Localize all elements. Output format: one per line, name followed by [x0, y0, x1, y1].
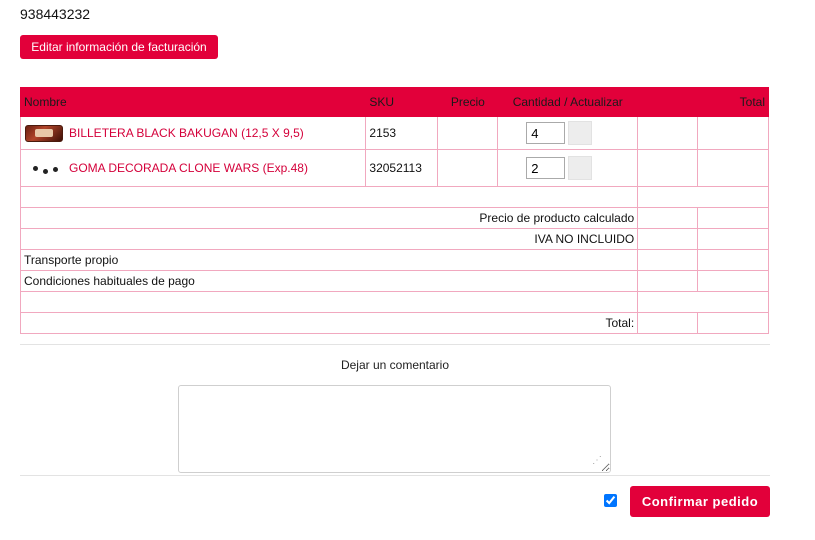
quantity-input[interactable]: [526, 122, 566, 144]
product-total: [697, 149, 769, 187]
quantity-input[interactable]: [526, 157, 566, 179]
calculated-price-row: Precio de producto calculado: [19, 207, 769, 229]
calculated-price-label: Precio de producto calculado: [19, 207, 639, 229]
row-extra-cell: [637, 149, 699, 187]
spacer-row: [19, 186, 769, 208]
cart-header-row: Nombre SKU Precio Cantidad / Actualizar …: [19, 87, 769, 117]
customer-phone: 938443232: [20, 6, 91, 22]
vat-row: IVA NO INCLUIDO: [19, 228, 769, 250]
divider: [20, 344, 770, 345]
header-quantity: Cantidad / Actualizar: [497, 87, 639, 117]
vat-label: IVA NO INCLUIDO: [19, 228, 639, 250]
confirm-order-button[interactable]: Confirmar pedido: [630, 486, 770, 517]
product-sku: 2153: [365, 116, 439, 150]
product-link[interactable]: GOMA DECORADA CLONE WARS (Exp.48): [69, 161, 308, 175]
product-name-cell: BILLETERA BLACK BAKUGAN (12,5 X 9,5): [19, 116, 367, 150]
edit-billing-button[interactable]: Editar información de facturación: [20, 35, 218, 59]
header-sku: SKU: [365, 87, 439, 117]
update-quantity-button[interactable]: [568, 121, 593, 145]
eraser-thumbnail: [24, 157, 64, 179]
product-link[interactable]: BILLETERA BLACK BAKUGAN (12,5 X 9,5): [69, 126, 304, 140]
comment-label: Dejar un comentario: [340, 358, 450, 372]
total-label: Total:: [19, 312, 639, 334]
shipping-label: Transporte propio: [19, 249, 639, 271]
divider: [20, 475, 770, 476]
product-name-cell: GOMA DECORADA CLONE WARS (Exp.48): [19, 149, 367, 187]
table-row: BILLETERA BLACK BAKUGAN (12,5 X 9,5) 215…: [19, 116, 769, 150]
wallet-thumbnail: [24, 122, 64, 144]
header-total: Total: [697, 87, 769, 117]
product-price: [437, 149, 499, 187]
quantity-cell: [497, 116, 639, 150]
header-name: Nombre: [19, 87, 367, 117]
update-quantity-button[interactable]: [568, 156, 593, 180]
product-sku: 32052113: [365, 149, 439, 187]
payment-row: Condiciones habituales de pago: [19, 270, 769, 292]
table-row: GOMA DECORADA CLONE WARS (Exp.48) 320521…: [19, 149, 769, 187]
shipping-row: Transporte propio: [19, 249, 769, 271]
quantity-cell: [497, 149, 639, 187]
cart-table: Nombre SKU Precio Cantidad / Actualizar …: [19, 87, 769, 334]
payment-label: Condiciones habituales de pago: [19, 270, 639, 292]
terms-checkbox[interactable]: [604, 494, 617, 507]
product-total: [697, 116, 769, 150]
comment-textarea[interactable]: [178, 385, 611, 473]
total-row: Total:: [19, 312, 769, 334]
header-price: Precio: [437, 87, 499, 117]
row-extra-cell: [637, 116, 699, 150]
header-blank: [637, 87, 699, 117]
spacer-row: [19, 291, 769, 313]
product-price: [437, 116, 499, 150]
total-value: [637, 312, 699, 334]
